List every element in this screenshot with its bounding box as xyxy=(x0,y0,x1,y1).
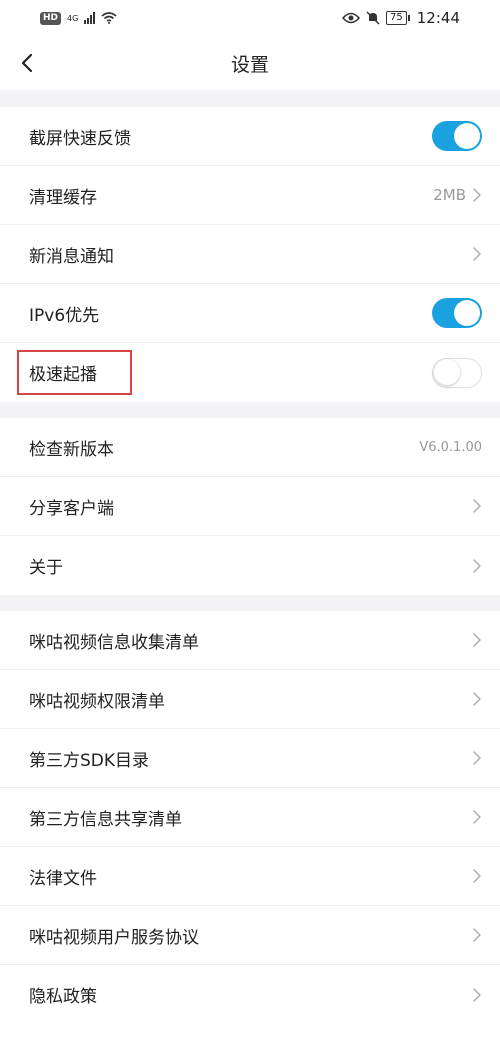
row-control xyxy=(472,498,482,514)
page-title: 设置 xyxy=(230,53,269,76)
chevron-right-icon xyxy=(473,633,481,647)
setting-row-legal-docs[interactable]: 法律文件 xyxy=(0,847,500,906)
setting-row-privacy-policy[interactable]: 隐私政策 xyxy=(0,965,500,1024)
row-label: 新消息通知 xyxy=(29,246,114,267)
row-control xyxy=(432,121,482,151)
row-control xyxy=(472,809,482,825)
network-type: 4G xyxy=(67,13,79,23)
battery-icon: 75 xyxy=(386,11,410,25)
row-control xyxy=(472,691,482,707)
status-left: HD 4G xyxy=(40,11,117,25)
eye-icon xyxy=(342,12,361,24)
chevron-right-icon xyxy=(473,247,481,261)
row-value: 2MB xyxy=(433,186,466,204)
row-label: 咪咕视频权限清单 xyxy=(29,691,165,712)
setting-row-about[interactable]: 关于 xyxy=(0,536,500,595)
setting-row-info-collection-list[interactable]: 咪咕视频信息收集清单 xyxy=(0,611,500,670)
setting-row-new-message-notify[interactable]: 新消息通知 xyxy=(0,225,500,284)
settings-list: 截屏快速反馈 清理缓存 2MB 新消息通知 IPv6优先 极速起播检查新版本 V6.0.1.… xyxy=(0,90,500,1024)
section-gap xyxy=(0,90,500,107)
row-control: V6.0.1.00 xyxy=(419,440,482,455)
row-control: 2MB xyxy=(433,186,482,204)
row-control xyxy=(472,868,482,884)
setting-row-fast-start-play[interactable]: 极速起播 xyxy=(0,343,500,402)
chevron-right-icon xyxy=(473,869,481,883)
nav-bar: 设置 xyxy=(0,36,500,90)
row-label: 法律文件 xyxy=(29,868,97,889)
row-label: 第三方信息共享清单 xyxy=(29,809,182,830)
toggle-knob xyxy=(454,300,480,326)
setting-row-third-party-share[interactable]: 第三方信息共享清单 xyxy=(0,788,500,847)
toggle-knob xyxy=(434,359,460,385)
setting-row-clear-cache[interactable]: 清理缓存 2MB xyxy=(0,166,500,225)
toggle-switch[interactable] xyxy=(432,121,482,151)
toggle-switch[interactable] xyxy=(432,357,482,388)
chevron-right-icon xyxy=(473,987,481,1002)
toggle-knob xyxy=(454,123,480,149)
chevron-right-icon xyxy=(473,188,481,202)
setting-row-user-agreement[interactable]: 咪咕视频用户服务协议 xyxy=(0,906,500,965)
row-label: IPv6优先 xyxy=(29,305,100,326)
setting-row-share-client[interactable]: 分享客户端 xyxy=(0,477,500,536)
row-label: 关于 xyxy=(29,558,63,578)
setting-row-screenshot-feedback[interactable]: 截屏快速反馈 xyxy=(0,107,500,166)
back-arrow-icon[interactable] xyxy=(18,51,38,75)
toggle-switch[interactable] xyxy=(432,298,482,328)
setting-row-ipv6-priority[interactable]: IPv6优先 xyxy=(0,284,500,343)
row-label: 极速起播 xyxy=(29,365,97,385)
chevron-right-icon xyxy=(473,751,481,765)
row-control xyxy=(472,558,482,574)
mute-bell-icon xyxy=(366,11,380,25)
setting-row-third-party-sdk[interactable]: 第三方SDK目录 xyxy=(0,729,500,788)
row-control xyxy=(432,298,482,328)
chevron-right-icon xyxy=(473,928,481,942)
chevron-right-icon xyxy=(473,499,481,513)
row-control xyxy=(472,632,482,648)
row-label: 第三方SDK目录 xyxy=(29,750,150,771)
section-gap xyxy=(0,595,500,611)
signal-icon xyxy=(84,12,96,24)
row-label: 隐私政策 xyxy=(29,987,97,1007)
row-label: 咪咕视频用户服务协议 xyxy=(29,927,199,948)
status-right: 75 12:44 xyxy=(342,9,460,27)
row-label: 分享客户端 xyxy=(29,498,114,519)
row-control xyxy=(472,750,482,766)
status-bar: HD 4G 75 12:44 xyxy=(0,0,500,36)
row-control xyxy=(472,246,482,262)
hd-badge: HD xyxy=(40,11,62,25)
row-label: 清理缓存 xyxy=(29,187,97,208)
row-label: 检查新版本 xyxy=(29,439,114,460)
chevron-right-icon xyxy=(473,558,481,573)
wifi-icon xyxy=(101,12,117,24)
setting-row-check-version[interactable]: 检查新版本 V6.0.1.00 xyxy=(0,418,500,477)
status-time: 12:44 xyxy=(416,9,460,27)
section-gap xyxy=(0,402,500,418)
row-label: 截屏快速反馈 xyxy=(29,128,131,149)
chevron-right-icon xyxy=(473,810,481,824)
chevron-right-icon xyxy=(473,692,481,706)
row-control xyxy=(472,927,482,943)
row-value: V6.0.1.00 xyxy=(419,439,482,455)
row-control xyxy=(432,357,482,388)
row-label: 咪咕视频信息收集清单 xyxy=(29,632,199,653)
row-control xyxy=(472,987,482,1003)
setting-row-permission-list[interactable]: 咪咕视频权限清单 xyxy=(0,670,500,729)
